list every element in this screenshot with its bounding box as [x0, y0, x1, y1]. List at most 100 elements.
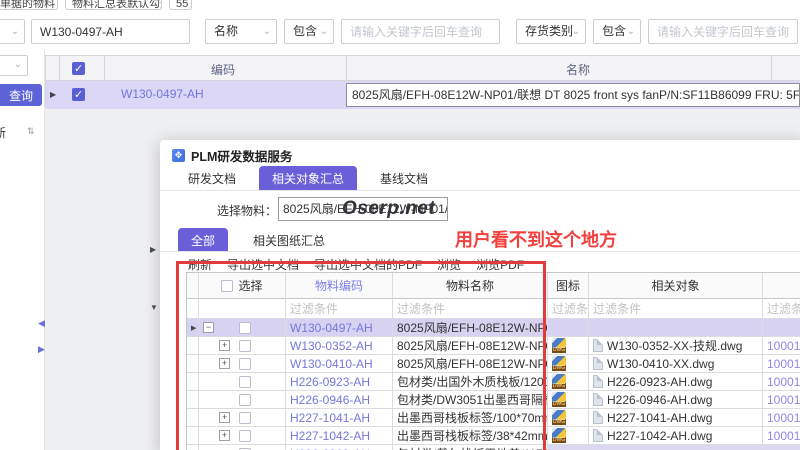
expand-icon[interactable]: +: [219, 340, 230, 351]
row-number-cell[interactable]: 100012560: [763, 409, 800, 427]
row-name-cell[interactable]: 8025风扇/EFH-08E12W-NP01/联想 DT 8025 front …: [346, 83, 800, 107]
contains-select-1[interactable]: 包含 ⌄: [284, 19, 334, 44]
row-name-cell[interactable]: 出墨西哥栈板标签/38*42mm 材质：: [393, 427, 548, 445]
row-object-cell[interactable]: W130-0410-XX.dwg: [589, 355, 763, 373]
column-header[interactable]: 相关对象: [589, 273, 763, 299]
row-code[interactable]: W130-0497-AH: [121, 87, 204, 101]
collapse-icon[interactable]: −: [203, 322, 214, 333]
table-row[interactable]: +H227-1042-AH出墨西哥栈板标签/38*42mm 材质： H227-10…: [187, 427, 800, 445]
export-pdf-link[interactable]: 导出选中文档的PDF: [314, 256, 422, 273]
row-select-cell[interactable]: +: [199, 409, 286, 427]
tab-baseline-docs[interactable]: 基线文档: [367, 166, 441, 190]
row-number-cell[interactable]: 1000110775: [763, 391, 800, 409]
row-select-cell[interactable]: +: [199, 355, 286, 373]
query-button[interactable]: 查询: [0, 84, 42, 106]
column-header[interactable]: 物料编码: [286, 273, 393, 299]
top-button-3[interactable]: 55: [169, 0, 192, 10]
sort-icon[interactable]: ⇅: [27, 126, 35, 137]
row-code-cell[interactable]: W130-0410-AH: [286, 355, 393, 373]
filter-cell[interactable]: 过滤条件: [763, 299, 800, 319]
row-code-cell[interactable]: W130-0352-AH: [286, 337, 393, 355]
column-header[interactable]: [763, 273, 800, 299]
row-object-cell[interactable]: H227-1042-AH.dwg: [589, 427, 763, 445]
filter-cell[interactable]: [187, 299, 199, 319]
tab-related-objects[interactable]: 相关对象汇总: [259, 166, 357, 190]
row-name-cell[interactable]: 8025风扇/EFH-08E12W-NP01/联想: [393, 319, 548, 337]
row-object-cell[interactable]: H226-0923-AH.dwg: [589, 373, 763, 391]
top-button-2[interactable]: 物料汇总表默认勾选: [65, 0, 162, 10]
row-checkbox[interactable]: [239, 322, 251, 334]
select-all-checkbox[interactable]: [221, 280, 233, 292]
row-number-cell[interactable]: 100012505: [763, 373, 800, 391]
dwg-file-icon[interactable]: [552, 428, 566, 443]
row-checkbox[interactable]: [239, 376, 251, 388]
row-checkbox[interactable]: [239, 430, 251, 442]
row-object-cell[interactable]: H227-1041-AH.dwg: [589, 409, 763, 427]
contains-select-2[interactable]: 包含 ⌄: [593, 19, 641, 44]
row-checkbox[interactable]: [239, 412, 251, 424]
filter-cell[interactable]: 过滤条件: [589, 299, 763, 319]
filter-cell[interactable]: [199, 299, 286, 319]
row-object-cell[interactable]: W130-0352-XX-技规.dwg: [589, 337, 763, 355]
row-checkbox[interactable]: [239, 394, 251, 406]
row-checkbox[interactable]: [72, 88, 85, 101]
row-select-cell[interactable]: [199, 445, 286, 450]
filter-cell[interactable]: 过滤条件: [286, 299, 393, 319]
dwg-file-icon[interactable]: [552, 356, 566, 371]
code-search-input[interactable]: [31, 19, 190, 44]
collapse-left-icon[interactable]: ◀: [38, 318, 45, 329]
sidebar-select[interactable]: ⌄: [0, 55, 28, 76]
row-number-cell[interactable]: [763, 319, 800, 337]
category-field-select[interactable]: 存货类别 ⌄: [516, 19, 586, 44]
filter-cell[interactable]: 过滤条件: [393, 299, 548, 319]
row-code-cell[interactable]: W130-0497-AH: [286, 319, 393, 337]
dwg-file-icon[interactable]: [552, 392, 566, 407]
column-header-name[interactable]: 名称: [566, 61, 590, 78]
export-docs-link[interactable]: 导出选中文档: [227, 256, 299, 273]
tab-all[interactable]: 全部: [178, 228, 228, 251]
row-select-cell[interactable]: [199, 391, 286, 409]
row-name-cell[interactable]: 8025风扇/EFH-08E12W-NP01（联想: [393, 355, 548, 373]
column-header-code[interactable]: 编码: [211, 61, 235, 78]
column-header[interactable]: 图标: [548, 273, 589, 299]
tab-drawings-summary[interactable]: 相关图纸汇总: [240, 228, 338, 251]
row-code-cell[interactable]: H227-1041-AH: [286, 409, 393, 427]
refresh-link[interactable]: 刷新: [188, 256, 212, 273]
row-checkbox[interactable]: [239, 340, 251, 352]
table-row[interactable]: H226-0869-AH包材类/戴尔栈板天地盖/1170*970*10: [187, 445, 800, 450]
row-name-cell[interactable]: 包材类/出国外木质栈板/1200*1000*1: [393, 373, 548, 391]
keyword-input-2[interactable]: [648, 19, 798, 44]
column-header[interactable]: 选择: [199, 273, 286, 299]
dwg-file-icon[interactable]: [552, 410, 566, 425]
row-select-cell[interactable]: +: [199, 427, 286, 445]
row-number-cell[interactable]: [763, 445, 800, 450]
table-row[interactable]: ▶−W130-0497-AH8025风扇/EFH-08E12W-NP01/联想: [187, 319, 800, 337]
dwg-file-icon[interactable]: [552, 338, 566, 353]
filter-cell[interactable]: 过滤条件: [548, 299, 589, 319]
table-row[interactable]: ▶ W130-0497-AH 8025风扇/EFH-08E12W-NP01/联想…: [46, 81, 800, 109]
dwg-file-icon[interactable]: [552, 374, 566, 389]
row-code-cell[interactable]: H226-0869-AH: [286, 445, 393, 450]
row-code-cell[interactable]: H227-1042-AH: [286, 427, 393, 445]
table-row[interactable]: + W130-0410-AH8025风扇/EFH-08E12W-NP01（联想 W1…: [187, 355, 800, 373]
row-object-cell[interactable]: H226-0946-AH.dwg: [589, 391, 763, 409]
expand-icon[interactable]: +: [219, 358, 230, 369]
row-object-cell[interactable]: [589, 319, 763, 337]
row-object-cell[interactable]: [589, 445, 763, 450]
row-checkbox[interactable]: [239, 358, 251, 370]
name-field-select[interactable]: 名称 ⌄: [205, 19, 277, 44]
browse-link[interactable]: 浏览: [437, 256, 461, 273]
table-row[interactable]: +H227-1041-AH出墨西哥栈板标签/100*70mm 材质：H227-1…: [187, 409, 800, 427]
field-select-left[interactable]: ⌄: [0, 19, 25, 44]
expand-icon[interactable]: +: [219, 412, 230, 423]
table-row[interactable]: H226-0923-AH包材类/出国外木质栈板/1200*1000*1H226-…: [187, 373, 800, 391]
table-row[interactable]: H226-0946-AH包材类/DW3051出墨西哥隔板/1200*H226-0…: [187, 391, 800, 409]
select-all-checkbox[interactable]: [72, 62, 85, 75]
row-select-cell[interactable]: +: [199, 337, 286, 355]
row-number-cell[interactable]: 100013814: [763, 427, 800, 445]
row-name-cell[interactable]: 包材类/DW3051出墨西哥隔板/1200*: [393, 391, 548, 409]
row-select-cell[interactable]: −: [199, 319, 286, 337]
row-number-cell[interactable]: 1000110764: [763, 337, 800, 355]
expand-right-icon[interactable]: ▶: [38, 344, 45, 355]
row-select-cell[interactable]: [199, 373, 286, 391]
